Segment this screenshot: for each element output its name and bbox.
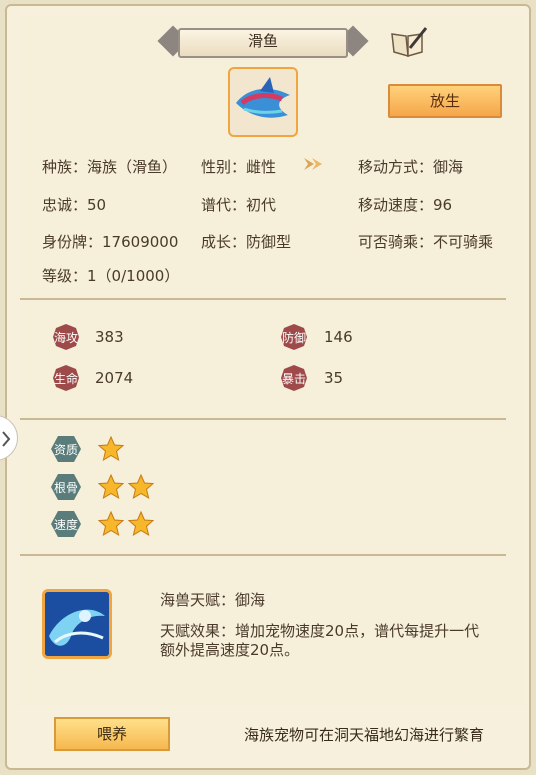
speed-badge-icon: 速度 xyxy=(50,510,82,538)
id-value: 17609000 xyxy=(102,233,179,251)
gender-label: 性别： xyxy=(201,158,247,176)
pet-handbook-icon[interactable] xyxy=(388,26,428,58)
level-label: 等级： xyxy=(42,267,88,285)
hp-badge-icon: 生命 xyxy=(52,364,80,392)
race-value: 海族（滑鱼） xyxy=(87,158,178,176)
race-field: 种族：海族（滑鱼） xyxy=(42,156,177,177)
star-icon xyxy=(97,435,125,462)
move-speed-field: 移动速度：96 xyxy=(358,194,452,215)
defense-value: 146 xyxy=(324,328,353,346)
crit-badge-icon: 暴击 xyxy=(280,364,308,392)
star-icon xyxy=(127,510,155,537)
hp-label: 生命 xyxy=(54,371,78,386)
divider xyxy=(20,298,506,300)
generation-label: 谱代： xyxy=(201,196,247,214)
crit-value: 35 xyxy=(324,369,344,387)
move-speed-value: 96 xyxy=(433,196,453,214)
star-icon xyxy=(97,473,125,500)
pet-portrait[interactable] xyxy=(228,67,298,137)
gender-value: 雌性 xyxy=(246,158,277,176)
star-icon xyxy=(97,510,125,537)
skill-title: 海兽天赋：御海 xyxy=(160,591,266,609)
crit-label: 暴击 xyxy=(282,372,306,386)
level-value: 1（0/1000） xyxy=(87,267,180,285)
ride-label: 可否骑乘： xyxy=(358,233,434,251)
ride-field: 可否骑乘：不可骑乘 xyxy=(358,231,493,252)
bone-label: 根骨 xyxy=(54,481,78,495)
skill-description: 天赋效果：增加宠物速度20点，谱代每提升一代额外提高速度20点。 xyxy=(160,622,480,659)
breeding-tip: 海族宠物可在洞天福地幻海进行繁育 xyxy=(244,726,485,744)
attack-label: 海攻 xyxy=(54,330,78,345)
skill-icon[interactable] xyxy=(42,589,112,659)
loyalty-value: 50 xyxy=(87,196,107,214)
quality-badge-icon: 资质 xyxy=(50,435,82,463)
speed-label: 速度 xyxy=(54,517,78,532)
id-field: 身份牌：17609000 xyxy=(42,231,178,252)
quality-label: 资质 xyxy=(54,443,78,457)
generation-field: 谱代：初代 xyxy=(201,194,276,215)
move-mode-value: 御海 xyxy=(433,158,464,176)
move-speed-label: 移动速度： xyxy=(358,196,434,214)
gender-field: 性别：雌性 xyxy=(201,156,276,177)
level-field: 等级：1（0/1000） xyxy=(42,265,179,286)
attack-badge-icon: 海攻 xyxy=(52,323,80,351)
star-icon xyxy=(127,473,155,500)
gender-arrow-icon[interactable] xyxy=(302,156,326,172)
generation-value: 初代 xyxy=(246,196,277,214)
growth-value: 防御型 xyxy=(246,233,292,251)
race-label: 种族： xyxy=(42,158,88,176)
id-label: 身份牌： xyxy=(42,233,103,251)
loyalty-label: 忠诚： xyxy=(42,196,88,214)
release-button[interactable]: 放生 xyxy=(388,84,502,118)
chevron-right-icon xyxy=(2,431,11,447)
bone-badge-icon: 根骨 xyxy=(50,473,82,501)
loyalty-field: 忠诚：50 xyxy=(42,194,106,215)
title-banner: 滑鱼 xyxy=(156,25,370,58)
feed-button[interactable]: 喂养 xyxy=(54,717,170,751)
divider xyxy=(20,418,506,420)
defense-badge-icon: 防御 xyxy=(280,323,308,351)
move-mode-field: 移动方式：御海 xyxy=(358,156,463,177)
ride-value: 不可骑乘 xyxy=(433,233,494,251)
divider xyxy=(20,554,506,556)
hp-value: 2074 xyxy=(95,369,134,387)
pet-name-title: 滑鱼 xyxy=(247,32,278,50)
growth-field: 成长：防御型 xyxy=(201,231,291,252)
prev-arrow-button[interactable] xyxy=(0,415,18,461)
defense-label: 防御 xyxy=(282,330,306,345)
move-mode-label: 移动方式： xyxy=(358,158,434,176)
attack-value: 383 xyxy=(95,328,124,346)
growth-label: 成长： xyxy=(201,233,247,251)
